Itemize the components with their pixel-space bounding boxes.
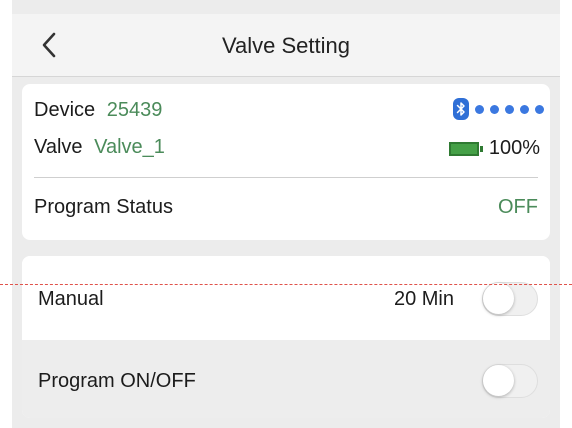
- app-screen: Valve Setting Device 25439 Valve Valve_1: [12, 0, 560, 428]
- device-id: 25439: [106, 99, 163, 121]
- nav-bar: Valve Setting: [12, 14, 560, 77]
- signal-dot: [535, 104, 544, 114]
- valve-name: Valve_1: [94, 136, 165, 158]
- page-title: Valve Setting: [221, 33, 350, 58]
- valve-row: Valve Valve_1: [34, 136, 165, 159]
- signal-dot: [475, 104, 484, 114]
- bluetooth-icon: [453, 98, 469, 120]
- program-status-value: OFF: [498, 196, 538, 218]
- toggle-knob: [483, 283, 514, 314]
- controls-card: Manual 20 Min Program ON/OFF: [22, 256, 550, 418]
- manual-toggle[interactable]: [482, 282, 538, 316]
- battery-icon: [448, 141, 483, 156]
- battery-percent: 100%: [488, 137, 540, 159]
- dashed-guide-line: [0, 284, 572, 285]
- valve-label: Valve: [34, 136, 83, 158]
- program-row: Program ON/OFF: [22, 340, 550, 418]
- manual-label: Manual: [38, 288, 104, 310]
- battery-status: 100%: [448, 137, 540, 160]
- signal-dot: [520, 104, 529, 114]
- program-label: Program ON/OFF: [38, 370, 196, 392]
- signal-dot: [505, 104, 514, 114]
- program-status-label: Program Status: [34, 196, 173, 218]
- device-row: Device 25439: [34, 99, 162, 122]
- program-toggle[interactable]: [482, 364, 538, 398]
- divider: [34, 177, 538, 178]
- toggle-knob: [483, 365, 514, 396]
- bluetooth-signal: [453, 98, 544, 120]
- signal-dot: [490, 104, 499, 114]
- manual-duration[interactable]: 20 Min: [394, 288, 454, 311]
- device-label: Device: [34, 99, 96, 121]
- manual-row: Manual 20 Min: [22, 256, 550, 336]
- device-info-card: Device 25439 Valve Valve_1 100% Program …: [22, 84, 550, 240]
